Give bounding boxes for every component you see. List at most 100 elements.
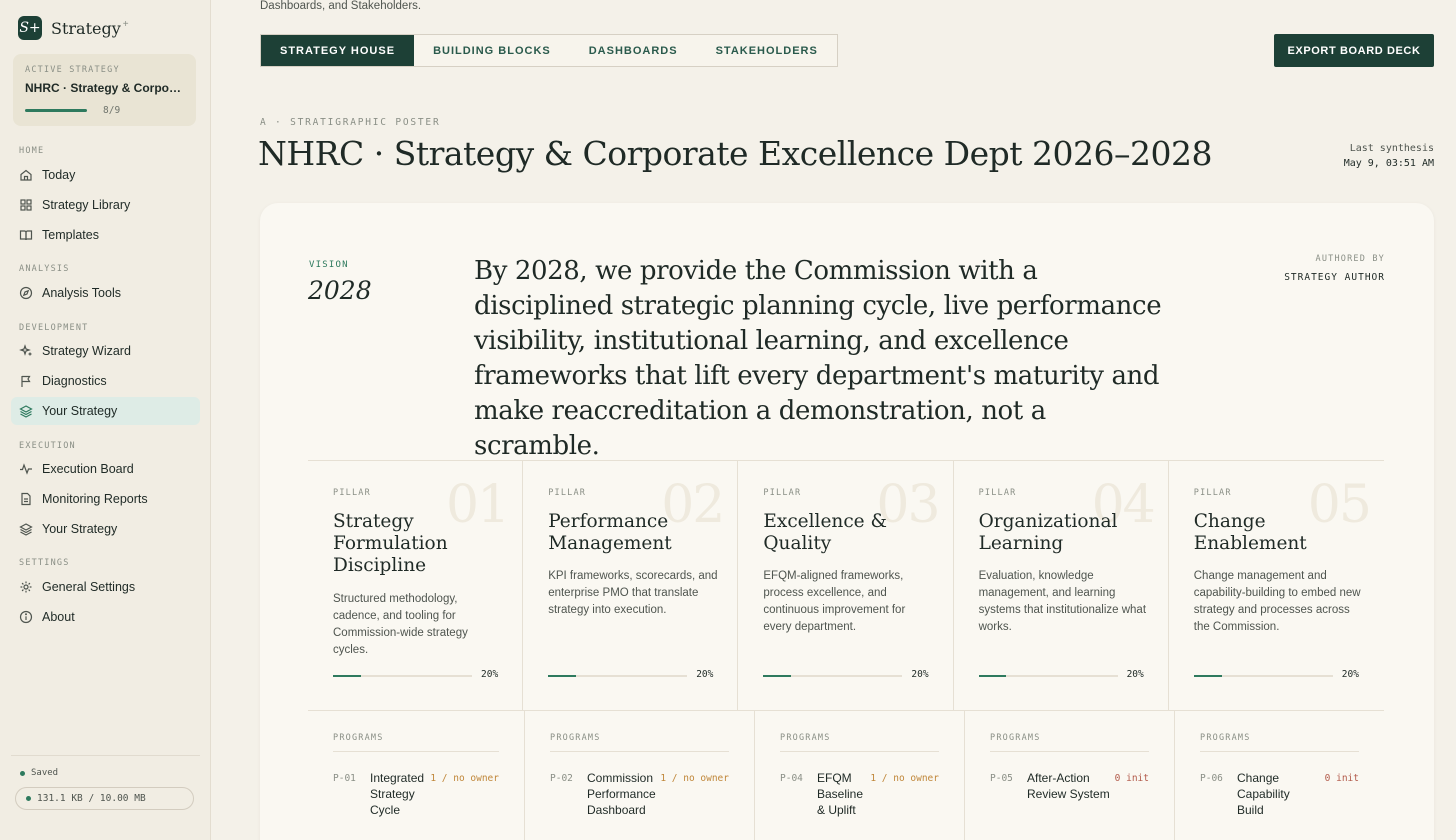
- nav-item-today[interactable]: Today: [11, 161, 200, 189]
- pillar-card[interactable]: 01 PILLAR Strategy Formulation Disciplin…: [308, 461, 524, 710]
- save-status: Saved: [20, 768, 58, 778]
- pillar-label: PILLAR: [548, 488, 587, 498]
- authored-by-label: AUTHORED BY: [1315, 254, 1385, 264]
- program-id: P-02: [550, 773, 573, 784]
- tab-dashboards[interactable]: DASHBOARDS: [570, 35, 697, 66]
- page-title: NHRC · Strategy & Corporate Excellence D…: [258, 134, 1213, 173]
- nav-item-label: Strategy Wizard: [42, 344, 131, 358]
- app-logo[interactable]: S+ Strategy +: [18, 16, 129, 40]
- pillar-progress-fill: [763, 675, 792, 677]
- program-name[interactable]: After-Action Review System: [1027, 770, 1117, 802]
- gear-icon: [19, 580, 33, 594]
- program-name[interactable]: Commission Performance Dashboard: [587, 770, 663, 818]
- pillar-title: Change Enablement: [1193, 511, 1307, 554]
- nav-item-label: Analysis Tools: [42, 286, 121, 300]
- nav-section-development: DEVELOPMENT: [19, 323, 89, 333]
- nav-item-templates[interactable]: Templates: [11, 221, 200, 249]
- nav-section-settings: SETTINGS: [19, 558, 70, 568]
- logo-mark: S+: [18, 16, 42, 40]
- active-strategy-card[interactable]: ACTIVE STRATEGY NHRC · Strategy & Corpor…: [13, 54, 196, 126]
- pillar-card[interactable]: 04 PILLAR Organizational Learning Evalua…: [954, 461, 1169, 710]
- tab-building-blocks[interactable]: BUILDING BLOCKS: [414, 35, 570, 66]
- pillar-progress-fill: [1193, 675, 1222, 677]
- program-status: 1 / no owner: [870, 773, 939, 784]
- pillar-label: PILLAR: [978, 488, 1017, 498]
- nav-item-label: General Settings: [42, 580, 136, 594]
- grid-icon: [19, 198, 33, 212]
- storage-dot: [26, 796, 31, 801]
- tab-stakeholders[interactable]: STAKEHOLDERS: [697, 35, 837, 66]
- pillar-progress-fill: [978, 675, 1007, 677]
- pillar-description: Evaluation, knowledge management, and le…: [978, 570, 1147, 633]
- nav-item-general-settings[interactable]: General Settings: [11, 573, 200, 601]
- tab-strategy-house[interactable]: STRATEGY HOUSE: [261, 35, 415, 66]
- programs-column: PROGRAMS P-02 Commission Performance Das…: [525, 711, 755, 840]
- nav-item-label: Strategy Library: [42, 198, 131, 212]
- pillar-progress-pct: 20%: [1341, 669, 1359, 680]
- pillar-description: Structured methodology, cadence, and too…: [333, 593, 468, 656]
- nav-section-analysis: ANALYSIS: [19, 264, 70, 274]
- programs-row: PROGRAMS P-01 Integrated Strategy Cycle …: [308, 711, 1384, 840]
- nav-item-strategy-library[interactable]: Strategy Library: [11, 191, 200, 219]
- program-name[interactable]: EFQM Baseline & Uplift: [817, 770, 869, 818]
- program-name[interactable]: Integrated Strategy Cycle: [370, 770, 430, 818]
- nav-item-about[interactable]: About: [11, 603, 200, 631]
- pillar-description: KPI frameworks, scorecards, and enterpri…: [548, 570, 718, 616]
- programs-label: PROGRAMS: [780, 733, 831, 743]
- nav-section-home: HOME: [19, 146, 45, 156]
- nav-item-label: Monitoring Reports: [42, 492, 148, 506]
- nav-item-analysis-tools[interactable]: Analysis Tools: [11, 279, 200, 307]
- pillar-progress-pct: 20%: [911, 669, 929, 680]
- view-tabs: STRATEGY HOUSE BUILDING BLOCKS DASHBOARD…: [260, 34, 838, 67]
- app-name: Strategy: [51, 18, 121, 38]
- pillar-progress-bar: [978, 675, 1118, 677]
- save-status-text: Saved: [31, 768, 59, 778]
- pillar-card[interactable]: 02 PILLAR Performance Management KPI fra…: [523, 461, 739, 710]
- nav-item-your-strategy[interactable]: Your Strategy: [11, 397, 200, 425]
- programs-label: PROGRAMS: [333, 733, 384, 743]
- programs-divider: [550, 751, 729, 752]
- nav-item-label: Execution Board: [42, 462, 134, 476]
- pillar-progress-pct: 20%: [1126, 669, 1144, 680]
- vision-label: VISION: [309, 260, 349, 270]
- active-strategy-progress-bar: [25, 109, 87, 112]
- nav-item-strategy-wizard[interactable]: Strategy Wizard: [11, 337, 200, 365]
- nav-item-label: Your Strategy: [42, 522, 118, 536]
- program-id: P-04: [780, 773, 803, 784]
- poster-eyebrow: A · STRATIGRAPHIC POSTER: [260, 117, 441, 128]
- nav-item-monitoring-reports[interactable]: Monitoring Reports: [11, 485, 200, 513]
- strategy-house-card: VISION 2028 By 2028, we provide the Comm…: [260, 203, 1434, 840]
- pillar-card[interactable]: 05 PILLAR Change Enablement Change manag…: [1169, 461, 1384, 710]
- pillar-description: Change management and capability-buildin…: [1193, 570, 1361, 633]
- program-name[interactable]: Change Capability Build: [1237, 770, 1301, 818]
- pillar-progress-fill: [548, 675, 576, 677]
- nav-item-your-strategy-execution[interactable]: Your Strategy: [11, 515, 200, 543]
- programs-divider: [1200, 751, 1359, 752]
- storage-usage: 131.1 KB / 10.00 MB: [15, 787, 194, 810]
- programs-column: PROGRAMS P-06 Change Capability Build 0 …: [1175, 711, 1384, 840]
- nav-item-label: Diagnostics: [42, 374, 107, 388]
- pillar-title: Organizational Learning: [978, 511, 1118, 554]
- pillar-title: Strategy Formulation Discipline: [333, 511, 448, 576]
- sidebar: S+ Strategy + ACTIVE STRATEGY NHRC · Stra…: [0, 0, 211, 840]
- program-status: 0 init: [1324, 773, 1359, 784]
- programs-label: PROGRAMS: [550, 733, 601, 743]
- nav-item-diagnostics[interactable]: Diagnostics: [11, 367, 200, 395]
- nav-item-execution-board[interactable]: Execution Board: [11, 455, 200, 483]
- pillar-label: PILLAR: [763, 488, 802, 498]
- storage-usage-text: 131.1 KB / 10.00 MB: [37, 793, 146, 804]
- active-strategy-progress: 8/9: [103, 105, 121, 116]
- pillar-card[interactable]: 03 PILLAR Excellence & Quality EFQM-alig…: [738, 461, 954, 710]
- nav-item-label: Today: [42, 168, 76, 182]
- programs-column: PROGRAMS P-04 EFQM Baseline & Uplift 1 /…: [755, 711, 965, 840]
- pillar-label: PILLAR: [333, 488, 371, 498]
- last-synthesis-date: May 9, 03:51 AM: [1343, 158, 1434, 169]
- compass-icon: [19, 286, 33, 300]
- app-name-sup: +: [122, 18, 129, 30]
- home-icon: [19, 168, 33, 182]
- export-board-deck-button[interactable]: EXPORT BOARD DECK: [1274, 34, 1434, 67]
- file-icon: [19, 492, 33, 506]
- programs-divider: [990, 751, 1149, 752]
- program-status: 0 init: [1114, 773, 1149, 784]
- pillar-title: Performance Management: [548, 511, 672, 554]
